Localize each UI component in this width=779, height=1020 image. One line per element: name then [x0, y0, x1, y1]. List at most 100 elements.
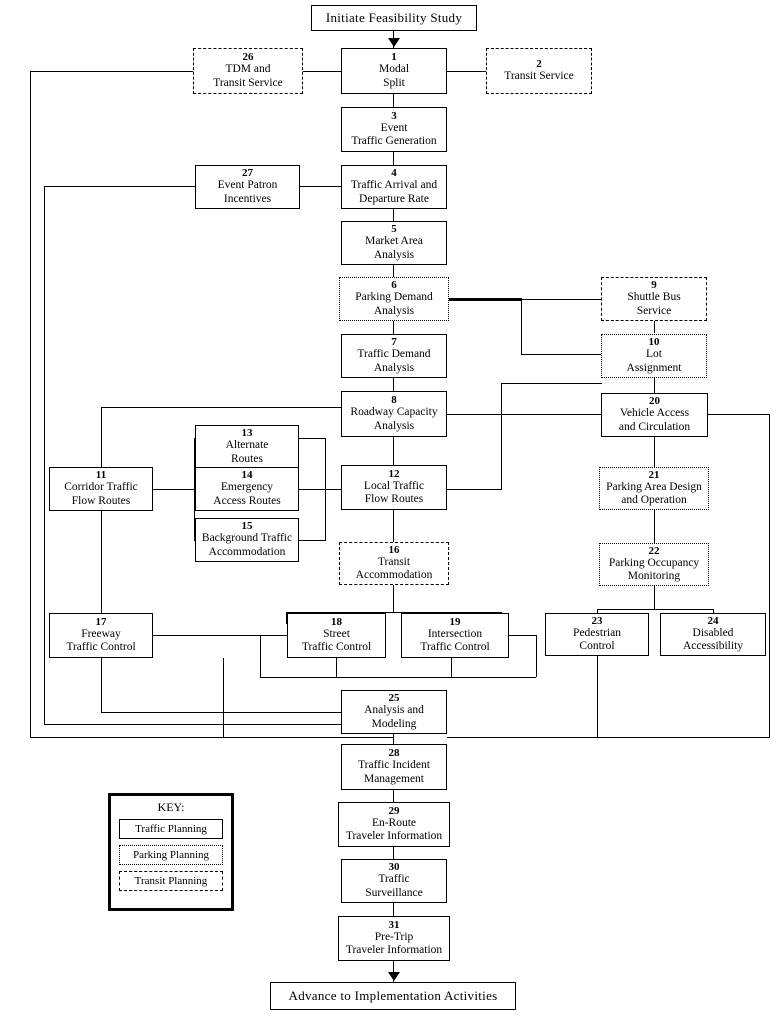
node-14-emergency-access-routes[interactable]: 14 Emergency Access Routes [195, 467, 299, 511]
terminal-initiate-feasibility-study: Initiate Feasibility Study [311, 5, 477, 31]
legend-title: KEY: [157, 800, 185, 814]
node-19-intersection-traffic-control[interactable]: 19 Intersection Traffic Control [401, 613, 509, 658]
node-11-corridor-traffic-flow-routes[interactable]: 11 Corridor Traffic Flow Routes [49, 467, 153, 511]
node-label: Event Patron Incentives [217, 179, 278, 205]
connector-21-to-22 [654, 510, 655, 543]
connector-20-right-stub [708, 414, 770, 415]
connector-1-to-2 [447, 71, 486, 72]
connector-18-19-bus-left [260, 635, 261, 677]
connector-bus-to-12 [325, 489, 342, 490]
node-25-analysis-and-modeling[interactable]: 25 Analysis and Modeling [341, 690, 447, 734]
node-26-tdm-and-transit-service[interactable]: 26 TDM and Transit Service [193, 48, 303, 94]
node-number: 13 [241, 427, 253, 440]
node-21-parking-area-design-and-operation[interactable]: 21 Parking Area Design and Operation [599, 467, 709, 510]
connector-23-down [597, 655, 598, 737]
connector-12-to-16 [393, 510, 394, 542]
node-label: Pedestrian Control [573, 626, 621, 652]
node-20-vehicle-access-and-circulation[interactable]: 20 Vehicle Access and Circulation [601, 393, 708, 437]
terminal-start-label: Initiate Feasibility Study [325, 10, 463, 25]
node-16-transit-accommodation[interactable]: 16 Transit Accommodation [339, 542, 449, 585]
connector-18-19-bus [260, 677, 536, 678]
node-1-modal-split[interactable]: 1 Modal Split [341, 48, 447, 94]
connector-14-right [299, 489, 326, 490]
connector-1-to-3 [393, 94, 394, 107]
connector-30-to-31 [393, 903, 394, 916]
connector-19-right-stub [509, 635, 537, 636]
connector-6-to-9-thick [447, 298, 522, 301]
legend-item-parking-planning: Parking Planning [119, 845, 223, 865]
node-label: Freeway Traffic Control [66, 627, 136, 653]
connector-10-to-20 [654, 378, 655, 393]
connector-12-right-stub [447, 489, 502, 490]
node-27-event-patron-incentives[interactable]: 27 Event Patron Incentives [195, 165, 300, 209]
connector-7-to-8 [393, 378, 394, 391]
connector-8-to-20 [447, 414, 602, 415]
node-number: 31 [388, 918, 400, 931]
connector-6-to-10 [521, 354, 602, 355]
node-23-pedestrian-control[interactable]: 23 Pedestrian Control [545, 613, 649, 656]
connector-12-right-up [501, 383, 502, 489]
node-22-parking-occupancy-monitoring[interactable]: 22 Parking Occupancy Monitoring [599, 543, 709, 586]
node-number: 17 [95, 615, 107, 628]
node-number: 30 [388, 861, 400, 874]
node-label: Shuttle Bus Service [627, 291, 681, 317]
flowchart-canvas: Initiate Feasibility Study Advance to Im… [0, 0, 779, 1020]
node-8-roadway-capacity-analysis[interactable]: 8 Roadway Capacity Analysis [341, 391, 447, 437]
node-10-lot-assignment[interactable]: 10 Lot Assignment [601, 334, 707, 378]
connector-18-19-bus-left-top [260, 635, 287, 636]
node-label: Parking Demand Analysis [355, 291, 433, 317]
node-label: Market Area Analysis [365, 235, 423, 261]
connector-26-left-stub [30, 71, 193, 72]
node-5-market-area-analysis[interactable]: 5 Market Area Analysis [341, 221, 447, 265]
legend-label: Traffic Planning [135, 823, 207, 835]
node-15-background-traffic-accommodation[interactable]: 15 Background Traffic Accommodation [195, 518, 299, 562]
legend-item-traffic-planning: Traffic Planning [119, 819, 223, 839]
node-label: Parking Occupancy Monitoring [608, 556, 700, 582]
node-label: Event Traffic Generation [351, 121, 437, 147]
connector-16-down [393, 585, 394, 612]
node-29-en-route-traveler-information[interactable]: 29 En-Route Traveler Information [338, 802, 450, 847]
node-9-shuttle-bus-service[interactable]: 9 Shuttle Bus Service [601, 277, 707, 321]
node-number: 2 [536, 57, 542, 70]
legend-key: KEY: Traffic Planning Parking Planning T… [108, 793, 234, 911]
connector-22-down [654, 586, 655, 609]
node-number: 25 [388, 692, 400, 705]
terminal-advance-to-implementation: Advance to Implementation Activities [270, 982, 516, 1010]
connector-28-to-29 [393, 790, 394, 802]
node-6-parking-demand-analysis[interactable]: 6 Parking Demand Analysis [339, 277, 449, 321]
node-4-traffic-arrival-and-departure-rate[interactable]: 4 Traffic Arrival and Departure Rate [341, 165, 447, 209]
node-3-event-traffic-generation[interactable]: 3 Event Traffic Generation [341, 107, 447, 152]
node-label: Traffic Surveillance [365, 873, 423, 899]
connector-27-left-stub [44, 186, 195, 187]
connector-6-branch-down [521, 299, 522, 354]
node-label: TDM and Transit Service [213, 63, 283, 89]
connector-26-trunk-to-25 [30, 737, 393, 738]
node-7-traffic-demand-analysis[interactable]: 7 Traffic Demand Analysis [341, 334, 447, 378]
node-13-alternate-routes[interactable]: 13 Alternate Routes [195, 425, 299, 469]
node-label: Analysis and Modeling [364, 704, 424, 730]
node-17-freeway-traffic-control[interactable]: 17 Freeway Traffic Control [49, 613, 153, 658]
node-number: 8 [391, 394, 397, 407]
node-number: 20 [649, 395, 660, 408]
connector-9-to-10 [654, 321, 655, 333]
node-label: Disabled Accessibility [682, 626, 744, 652]
node-label: Parking Area Design and Operation [606, 480, 702, 506]
connector-11-to-bus [153, 489, 195, 490]
legend-label: Transit Planning [134, 875, 208, 887]
connector-12-right-top [501, 383, 602, 384]
connector-27-left-trunk [44, 186, 45, 725]
node-28-traffic-incident-management[interactable]: 28 Traffic Incident Management [341, 744, 447, 790]
node-number: 24 [707, 614, 719, 627]
node-label: Background Traffic Accommodation [201, 532, 293, 558]
node-2-transit-service[interactable]: 2 Transit Service [486, 48, 592, 94]
node-number: 9 [651, 279, 657, 292]
node-31-pre-trip-traveler-information[interactable]: 31 Pre-Trip Traveler Information [338, 916, 450, 961]
connector-11-down-trunk [101, 507, 102, 613]
node-24-disabled-accessibility[interactable]: 24 Disabled Accessibility [660, 613, 766, 656]
node-18-street-traffic-control[interactable]: 18 Street Traffic Control [287, 613, 386, 658]
node-30-traffic-surveillance[interactable]: 30 Traffic Surveillance [341, 859, 447, 903]
legend-item-transit-planning: Transit Planning [119, 871, 223, 891]
connector-27-to-4 [300, 186, 342, 187]
connector-right-trunk-to-25 [447, 737, 770, 738]
node-12-local-traffic-flow-routes[interactable]: 12 Local Traffic Flow Routes [341, 465, 447, 510]
